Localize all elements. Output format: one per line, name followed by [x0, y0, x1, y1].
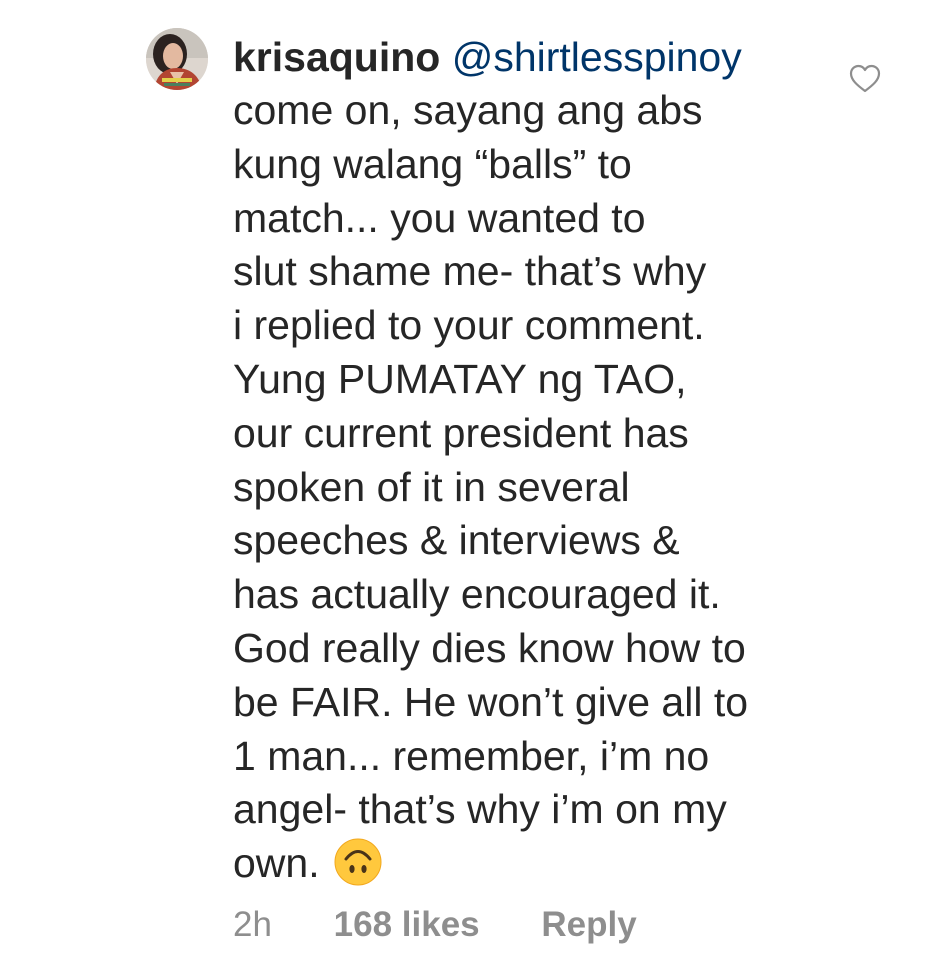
comment-text-line: i replied to your comment. [233, 302, 705, 349]
comment-text-line: spoken of it in several [233, 463, 630, 510]
comment-text-line: slut shame me- that’s why [233, 248, 707, 295]
avatar[interactable] [146, 28, 208, 90]
upside-down-face-emoji-icon [334, 838, 382, 886]
comment-timestamp: 2h [233, 905, 272, 944]
comment-text-line: God really dies know how to [233, 624, 746, 671]
mention-link[interactable]: @shirtlesspinoy [452, 34, 742, 80]
like-heart-icon[interactable] [848, 62, 882, 96]
comment-text-line: kung walang “balls” to [233, 140, 632, 187]
comment-text-line: speeches & interviews & [233, 517, 680, 564]
comment-text-line: match... you wanted to [233, 194, 646, 241]
avatar-image [146, 28, 208, 90]
comment-meta: 2h 168 likes Reply [233, 900, 637, 950]
comment-text-line: Yung PUMATAY ng TAO, [233, 355, 687, 402]
comment-text-line: has actually encouraged it. [233, 571, 721, 618]
comment: krisaquino @shirtlesspinoy come on, saya… [0, 0, 935, 960]
likes-count-link[interactable]: 168 likes [334, 900, 480, 950]
comment-text-line: our current president has [233, 409, 689, 456]
comment-body: krisaquino @shirtlesspinoy come on, saya… [233, 30, 813, 891]
reply-button[interactable]: Reply [541, 900, 636, 950]
comment-text-line: own. [233, 840, 320, 887]
comment-last-line: own. [233, 837, 813, 891]
comment-text-line: angel- that’s why i’m on my [233, 786, 727, 833]
comment-text-line: 1 man... remember, i’m no [233, 732, 710, 779]
comment-text-line: be FAIR. He won’t give all to [233, 678, 749, 725]
comment-text-line: come on, sayang ang abs [233, 87, 703, 133]
username-link[interactable]: krisaquino [233, 34, 440, 80]
comment-header: krisaquino @shirtlesspinoy [233, 30, 813, 84]
